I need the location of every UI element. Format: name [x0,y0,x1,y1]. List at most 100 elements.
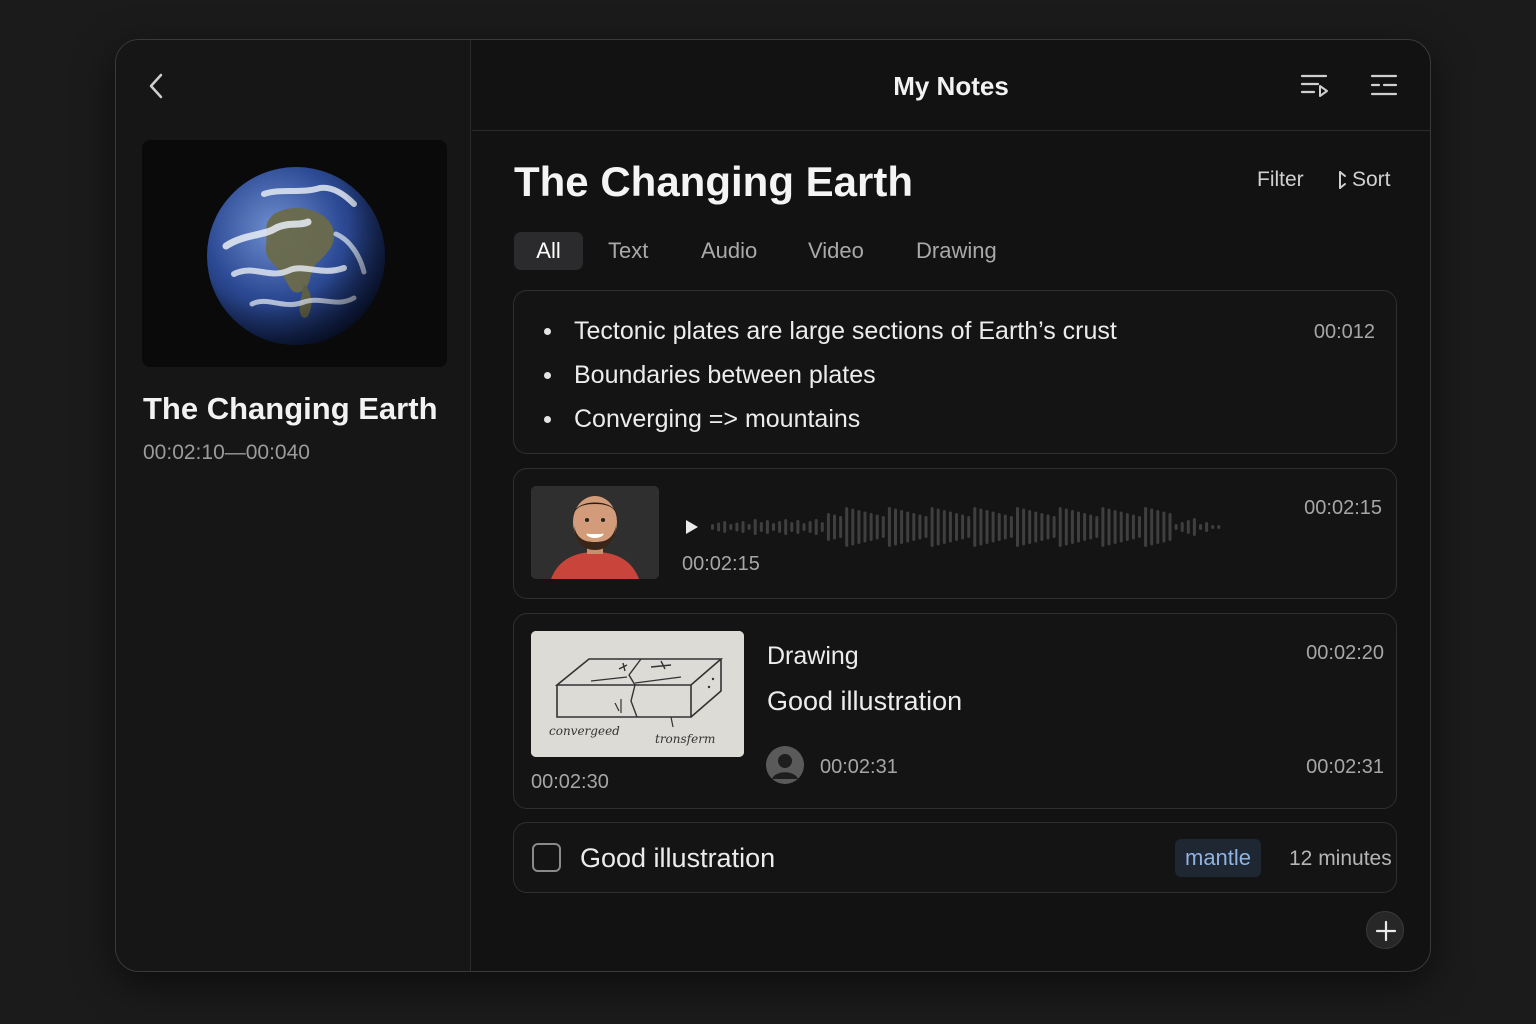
waveform-bar [1046,514,1050,540]
author-timestamp: 00:02:31 [820,756,898,778]
playlist-button[interactable] [1296,70,1332,102]
tectonic-sketch-image: convergeed tronsferm [531,631,744,757]
waveform-bar [863,511,867,543]
drawing-thumb-timestamp: 00:02:30 [531,771,609,793]
waveform-bar [1150,508,1154,546]
waveform-bar [1138,516,1141,538]
audio-waveform[interactable] [711,503,1231,551]
waveform-bar [729,524,733,530]
sketch-label: convergeed [549,724,620,738]
waveform-bar [1217,525,1221,529]
top-bar: My Notes [472,40,1430,131]
user-icon [766,746,804,784]
waveform-bar [1205,522,1209,532]
waveform-bar [1211,525,1215,529]
waveform-bar [1131,514,1135,540]
waveform-bar [881,516,885,538]
waveform-bar [979,508,983,546]
note-timestamp: 00:02:15 [1304,497,1382,519]
waveform-bar [1083,513,1087,541]
back-button[interactable] [140,68,174,104]
tab-video[interactable]: Video [808,232,864,270]
add-note-button[interactable] [1366,911,1404,949]
avatar[interactable] [766,746,804,784]
waveform-bar [735,522,739,532]
waveform-bar [1077,511,1080,543]
task-note-card[interactable]: Good illustration mantle 12 minutes [513,822,1397,893]
waveform-bar [845,507,849,547]
waveform-bar [717,522,721,532]
sort-icon [1339,171,1346,189]
waveform-bar [741,521,745,533]
waveform-bar [1009,516,1013,538]
waveform-bar [1113,510,1117,544]
waveform-bar [900,510,904,544]
audio-duration: 00:02:15 [682,553,760,575]
waveform-bar [991,511,995,543]
waveform-bar [1034,511,1038,543]
waveform-bar [1003,514,1007,540]
speaker-photo [531,486,659,579]
waveform-bar [1156,510,1160,544]
list-settings-icon [1370,74,1398,96]
waveform-bar [808,521,812,533]
text-note-card[interactable]: Tectonic plates are large sections of Ea… [513,290,1397,454]
waveform-bar [833,514,836,540]
sketch-label: tronsferm [655,732,715,746]
play-icon [686,520,698,534]
drawing-note-text: Good illustration [767,686,963,716]
drawing-label: Drawing [767,642,859,670]
list-item: Boundaries between plates [544,353,1117,397]
filter-button[interactable]: Filter [1257,168,1304,192]
waveform-bar [948,511,952,543]
tab-audio[interactable]: Audio [701,232,757,270]
waveform-bar [796,520,800,534]
waveform-bar [1107,508,1111,546]
waveform-bar [753,519,757,535]
waveform-bar [1028,510,1032,544]
waveform-bar [1022,508,1026,546]
play-button[interactable] [682,517,702,537]
waveform-bar [942,510,946,544]
waveform-bar [924,516,928,538]
bullet-icon [544,415,551,423]
task-checkbox[interactable] [532,843,561,872]
tab-all[interactable]: All [514,232,583,270]
waveform-bar [997,513,1001,541]
waveform-bar [918,514,922,540]
waveform-bar [1016,507,1019,547]
drawing-thumbnail[interactable]: convergeed tronsferm [531,631,744,757]
waveform-bar [1192,518,1196,536]
tab-text[interactable]: Text [608,232,648,270]
sort-label: Sort [1352,168,1391,191]
waveform-bar [912,513,916,541]
speaker-portrait-image [531,486,659,579]
waveform-bar [1070,510,1074,544]
waveform-bar [887,507,891,547]
waveform-bar [906,511,910,543]
waveform-bar [1101,507,1105,547]
tab-drawing[interactable]: Drawing [916,232,997,270]
waveform-bar [765,520,769,534]
playlist-icon [1300,74,1328,97]
waveform-bar [802,523,806,531]
waveform-bar [747,524,751,530]
sort-button[interactable]: Sort [1336,168,1391,192]
waveform-bar [1095,516,1099,538]
waveform-bar [759,522,763,532]
note-bullet-list: Tectonic plates are large sections of Ea… [544,309,1117,441]
waveform-bar [790,522,794,532]
waveform-bar [1119,511,1123,543]
app-window: The Changing Earth 00:02:10—00:040 My No… [115,39,1431,972]
drawing-note-card[interactable]: convergeed tronsferm 00:02:30 Drawing Go… [513,613,1397,809]
lecture-time-range: 00:02:10—00:040 [143,441,310,464]
page-title: My Notes [893,71,1009,101]
notes-panel: My Notes The Changing Earth Filter Sort … [472,40,1430,971]
audio-note-card[interactable]: 00:02:15 00:02:15 [513,468,1397,599]
list-settings-button[interactable] [1366,70,1402,102]
waveform-bar [1180,522,1184,532]
tag-badge[interactable]: mantle [1175,839,1262,877]
waveform-bar [839,516,843,538]
waveform-bar [1089,514,1093,540]
waveform-bar [936,508,940,546]
